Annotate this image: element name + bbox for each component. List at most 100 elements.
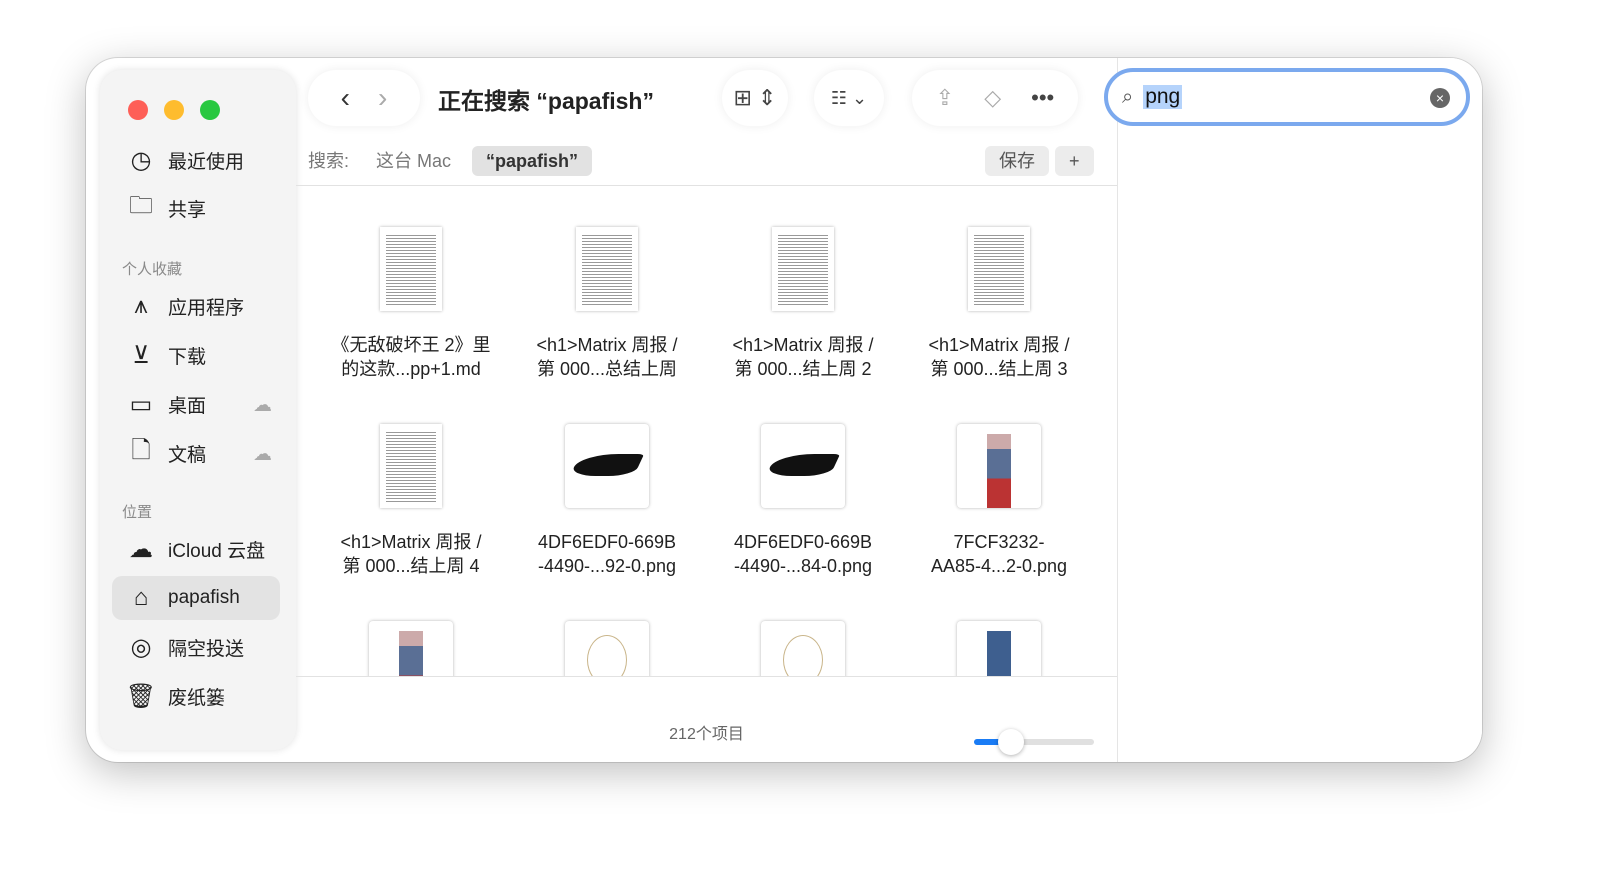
scope-folder[interactable]: “papafish” bbox=[472, 146, 593, 176]
back-button[interactable]: ‹ bbox=[341, 82, 350, 114]
file-name-line-1: 7FCF3232- bbox=[953, 532, 1045, 552]
sidebar-item-label: iCloud 云盘 bbox=[168, 540, 266, 562]
cloud-icon: ☁ bbox=[129, 535, 153, 563]
zoom-button[interactable] bbox=[200, 100, 220, 120]
file-item[interactable] bbox=[316, 621, 506, 676]
file-name-line-1: <h1>Matrix 周报 / bbox=[536, 335, 678, 355]
action-buttons: ⇪ ◇ ••• bbox=[912, 70, 1078, 126]
shared-folder-icon: 🗀 bbox=[129, 191, 153, 219]
file-name-line-2: 第 000...结上周 2 bbox=[734, 359, 872, 379]
share-icon[interactable]: ⇪ bbox=[936, 85, 954, 111]
file-item[interactable]: <h1>Matrix 周报 / 第 000...结上周 2 bbox=[708, 227, 898, 381]
file-thumbnail bbox=[380, 227, 442, 311]
search-field[interactable]: ⌕ png × bbox=[1104, 68, 1470, 126]
clock-icon: ◷ bbox=[130, 146, 152, 174]
file-item[interactable]: <h1>Matrix 周报 / 第 000...总结上周 bbox=[512, 227, 702, 381]
file-name-line-2: -4490-...92-0.png bbox=[537, 556, 677, 576]
forward-button[interactable]: › bbox=[378, 82, 387, 114]
right-panel bbox=[1117, 58, 1482, 762]
icloud-status-icon: ☁ bbox=[253, 395, 272, 416]
file-thumbnail bbox=[957, 424, 1041, 508]
file-name-line-2: -4490-...84-0.png bbox=[733, 556, 873, 576]
sidebar-item[interactable]: ⩚ 应用程序 bbox=[112, 284, 280, 328]
window-title: 正在搜索 “papafish” bbox=[438, 88, 654, 114]
favorites-header: 个人收藏 bbox=[122, 261, 183, 278]
save-search-button[interactable]: 保存 bbox=[985, 146, 1049, 176]
minimize-button[interactable] bbox=[164, 100, 184, 120]
file-item[interactable]: 4DF6EDF0-669B -4490-...84-0.png bbox=[708, 424, 898, 578]
file-thumbnail bbox=[565, 424, 649, 508]
home-icon: ⌂ bbox=[133, 584, 149, 611]
file-item[interactable]: <h1>Matrix 周报 / 第 000...结上周 3 bbox=[904, 227, 1094, 381]
file-thumbnail bbox=[968, 227, 1030, 311]
file-name-line-2: 第 000...结上周 4 bbox=[342, 556, 480, 576]
sidebar-item[interactable]: 🗀 共享 bbox=[112, 186, 280, 230]
file-name-line-1: <h1>Matrix 周报 / bbox=[928, 335, 1070, 355]
sidebar-item-label: 隔空投送 bbox=[168, 638, 245, 660]
search-scope-bar: 搜索: 这台 Mac “papafish” 保存 + bbox=[296, 144, 1117, 186]
download-icon: ⊻ bbox=[132, 341, 150, 369]
file-thumbnail bbox=[576, 227, 638, 311]
file-name-line-2: 第 000...结上周 3 bbox=[930, 359, 1068, 379]
sidebar-item-label: 应用程序 bbox=[168, 297, 245, 319]
grid-view-icon: ⊞ ⇕ bbox=[733, 85, 777, 110]
sidebar-item-label: 共享 bbox=[168, 199, 207, 221]
sidebar-item[interactable]: ◎ 隔空投送 bbox=[112, 625, 280, 669]
view-mode-button[interactable]: ⊞ ⇕ bbox=[722, 70, 788, 126]
sidebar-item-label: 废纸篓 bbox=[168, 687, 226, 709]
search-icon: ⌕ bbox=[1122, 85, 1134, 108]
sidebar-item-label: 下载 bbox=[168, 346, 207, 368]
traffic-lights bbox=[128, 100, 220, 120]
file-item[interactable]: 4DF6EDF0-669B -4490-...92-0.png bbox=[512, 424, 702, 578]
sidebar-item[interactable]: ⌂ papafish bbox=[112, 576, 280, 620]
sidebar-item[interactable]: 🗑 废纸篓 bbox=[112, 674, 280, 718]
tag-icon[interactable]: ◇ bbox=[984, 85, 1001, 111]
file-thumbnail bbox=[957, 621, 1041, 676]
file-name-line-2: AA85-4...2-0.png bbox=[930, 556, 1068, 576]
file-name-line-1: 4DF6EDF0-669B bbox=[537, 532, 677, 552]
document-icon: 🗋 bbox=[131, 436, 151, 464]
sidebar-item[interactable]: ⊻ 下载 bbox=[112, 333, 280, 377]
sidebar-item[interactable]: ▭ 桌面 ☁ bbox=[112, 382, 280, 426]
file-name-line-1: <h1>Matrix 周报 / bbox=[340, 532, 482, 552]
file-item[interactable]: 《无敌破坏王 2》里 的这款...pp+1.md bbox=[316, 227, 506, 381]
file-item[interactable] bbox=[708, 621, 898, 676]
locations-header: 位置 bbox=[122, 504, 153, 521]
file-name-line-2: 第 000...总结上周 bbox=[536, 359, 678, 379]
airdrop-icon: ◎ bbox=[130, 633, 152, 661]
file-grid: 《无敌破坏王 2》里 的这款...pp+1.md <h1>Matrix 周报 / 第 … bbox=[296, 187, 1117, 677]
file-thumbnail bbox=[761, 424, 845, 508]
nav-buttons: ‹ › bbox=[308, 70, 420, 126]
file-thumbnail bbox=[761, 621, 845, 676]
sidebar-item[interactable]: ◷ 最近使用 bbox=[112, 138, 280, 182]
file-thumbnail bbox=[772, 227, 834, 311]
sidebar-item[interactable]: ☁ iCloud 云盘 bbox=[112, 527, 280, 571]
add-criteria-button[interactable]: + bbox=[1055, 146, 1094, 176]
search-input[interactable]: png bbox=[1143, 85, 1183, 109]
group-button[interactable]: ☷ ⌄ bbox=[814, 70, 884, 126]
desktop-icon: ▭ bbox=[129, 390, 153, 418]
scope-this-mac[interactable]: 这台 Mac bbox=[362, 146, 465, 176]
file-item[interactable] bbox=[904, 621, 1094, 676]
file-thumbnail bbox=[380, 424, 442, 508]
file-thumbnail bbox=[369, 621, 453, 676]
more-icon[interactable]: ••• bbox=[1031, 85, 1054, 111]
trash-icon: 🗑 bbox=[125, 682, 157, 710]
sidebar-item-label: 桌面 bbox=[168, 395, 207, 417]
icon-size-slider[interactable] bbox=[974, 729, 1094, 755]
file-item[interactable]: <h1>Matrix 周报 / 第 000...结上周 4 bbox=[316, 424, 506, 578]
file-name-line-1: 《无敌破坏王 2》里 bbox=[331, 335, 491, 355]
apps-icon: ⩚ bbox=[134, 292, 148, 319]
finder-window: ◷ 最近使用 🗀 共享个人收藏 ⩚ 应用程序 ⊻ 下载 ▭ 桌面 ☁ 🗋 文稿 ☁ 位置 ☁ iCloud 云盘… bbox=[86, 58, 1482, 762]
sidebar-item[interactable]: 🗋 文稿 ☁ bbox=[112, 431, 280, 475]
close-button[interactable] bbox=[128, 100, 148, 120]
clear-search-button[interactable]: × bbox=[1430, 88, 1450, 108]
file-item[interactable] bbox=[512, 621, 702, 676]
file-item[interactable]: 7FCF3232- AA85-4...2-0.png bbox=[904, 424, 1094, 578]
sidebar: ◷ 最近使用 🗀 共享个人收藏 ⩚ 应用程序 ⊻ 下载 ▭ 桌面 ☁ 🗋 文稿 ☁ 位置 ☁ iCloud 云盘… bbox=[100, 70, 296, 750]
file-thumbnail bbox=[565, 621, 649, 676]
file-name-line-1: 4DF6EDF0-669B bbox=[733, 532, 873, 552]
file-name-line-2: 的这款...pp+1.md bbox=[341, 359, 481, 379]
scope-label: 搜索: bbox=[308, 151, 350, 171]
file-name-line-1: <h1>Matrix 周报 / bbox=[732, 335, 874, 355]
